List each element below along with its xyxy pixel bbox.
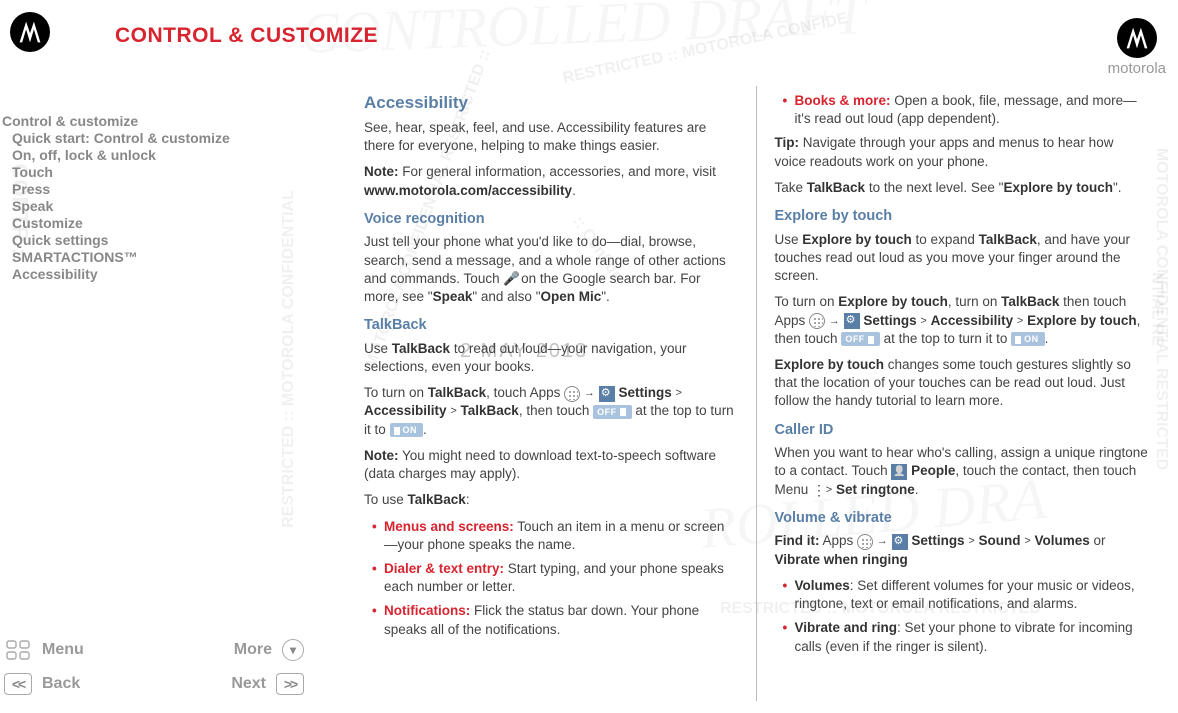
header: CONTROL & CUSTOMIZE motorola — [0, 10, 1178, 50]
brand-label: motorola — [1108, 60, 1166, 77]
sidebar-item[interactable]: Control & customize — [2, 113, 302, 130]
bullet-books: Books & more: Open a book, file, message… — [783, 92, 1149, 128]
talkback-turnon: To turn on TalkBack, touch Apps → Settin… — [364, 384, 738, 439]
callerid-text: When you want to hear who's calling, ass… — [775, 444, 1149, 499]
sidebar: Control & customize Quick start: Control… — [2, 113, 302, 283]
back-icon[interactable]: << — [4, 673, 32, 695]
column-1: Accessibility See, hear, speak, feel, an… — [346, 86, 756, 701]
heading-callerid: Caller ID — [775, 421, 1149, 441]
content-area: Accessibility See, hear, speak, feel, an… — [346, 86, 1166, 701]
findit-volume: Find it: Apps → Settings > Sound > Volum… — [775, 532, 1149, 568]
sidebar-item[interactable]: Press — [2, 181, 302, 198]
gear-icon — [844, 313, 860, 329]
apps-icon — [809, 313, 825, 329]
gear-icon — [599, 386, 615, 402]
more-button[interactable]: More — [234, 641, 272, 659]
bullet-menus: Menus and screens: Touch an item in a me… — [372, 518, 738, 554]
intro-text: See, hear, speak, feel, and use. Accessi… — [364, 119, 738, 155]
sidebar-item[interactable]: SMARTACTIONS™ — [2, 249, 302, 266]
menu-icon[interactable] — [4, 639, 32, 661]
page-title: CONTROL & CUSTOMIZE — [115, 24, 378, 48]
heading-explore: Explore by touch — [775, 207, 1149, 227]
volume-bullets: Volumes: Set different volumes for your … — [783, 577, 1149, 656]
bullet-volumes: Volumes: Set different volumes for your … — [783, 577, 1149, 613]
toggle-on: ON — [1011, 332, 1045, 346]
menu-button[interactable]: Menu — [42, 641, 234, 659]
toggle-off: OFF — [841, 332, 880, 346]
tip-navigate: Tip: Navigate through your apps and menu… — [775, 134, 1149, 170]
sidebar-item[interactable]: Quick settings — [2, 232, 302, 249]
use-talkback-lead: To use TalkBack: — [364, 491, 738, 509]
menu-dots-icon: ⋮ — [812, 488, 822, 492]
note-general: Note: For general information, accessori… — [364, 163, 738, 199]
people-icon — [891, 464, 907, 480]
bullet-dialer: Dialer & text entry: Start typing, and y… — [372, 560, 738, 596]
motorola-logo-left — [10, 12, 50, 52]
heading-accessibility: Accessibility — [364, 92, 738, 115]
sidebar-item[interactable]: Speak — [2, 198, 302, 215]
mic-icon: 🎤 — [503, 270, 517, 288]
voice-text: Just tell your phone what you'd like to … — [364, 233, 738, 306]
sidebar-item[interactable]: Customize — [2, 215, 302, 232]
bullet-notifications: Notifications: Flick the status bar down… — [372, 602, 738, 638]
talkback-bullets: Menus and screens: Touch an item in a me… — [372, 518, 738, 639]
note-tts: Note: You might need to download text-to… — [364, 447, 738, 483]
bullet-vibrate: Vibrate and ring: Set your phone to vibr… — [783, 619, 1149, 655]
talkback-intro: Use TalkBack to read out loud—your navig… — [364, 340, 738, 376]
sidebar-item[interactable]: Accessibility — [2, 266, 302, 283]
explore-intro: Use Explore by touch to expand TalkBack,… — [775, 231, 1149, 286]
back-button[interactable]: Back — [42, 675, 231, 693]
sidebar-item[interactable]: Quick start: Control & customize — [2, 130, 302, 147]
column-2: Books & more: Open a book, file, message… — [756, 86, 1167, 701]
motorola-logo-right: motorola — [1108, 18, 1166, 77]
next-button[interactable]: Next — [231, 675, 266, 693]
explore-turnon: To turn on Explore by touch, turn on Tal… — [775, 293, 1149, 348]
explore-changes: Explore by touch changes some touch gest… — [775, 356, 1149, 411]
sidebar-item[interactable]: On, off, lock & unlock — [2, 147, 302, 164]
heading-talkback: TalkBack — [364, 316, 738, 336]
heading-voice: Voice recognition — [364, 210, 738, 230]
more-icon[interactable]: ▾ — [282, 639, 304, 661]
gear-icon — [892, 534, 908, 550]
heading-volume: Volume & vibrate — [775, 509, 1149, 529]
bottom-nav: Menu More ▾ << Back Next >> — [4, 635, 304, 703]
sidebar-item[interactable]: Touch — [2, 164, 302, 181]
take-next-level: Take TalkBack to the next level. See "Ex… — [775, 179, 1149, 197]
apps-icon — [857, 534, 873, 550]
toggle-on: ON — [390, 423, 424, 437]
apps-icon — [564, 386, 580, 402]
next-icon[interactable]: >> — [276, 673, 304, 695]
books-bullet: Books & more: Open a book, file, message… — [783, 92, 1149, 128]
toggle-off: OFF — [593, 405, 632, 419]
